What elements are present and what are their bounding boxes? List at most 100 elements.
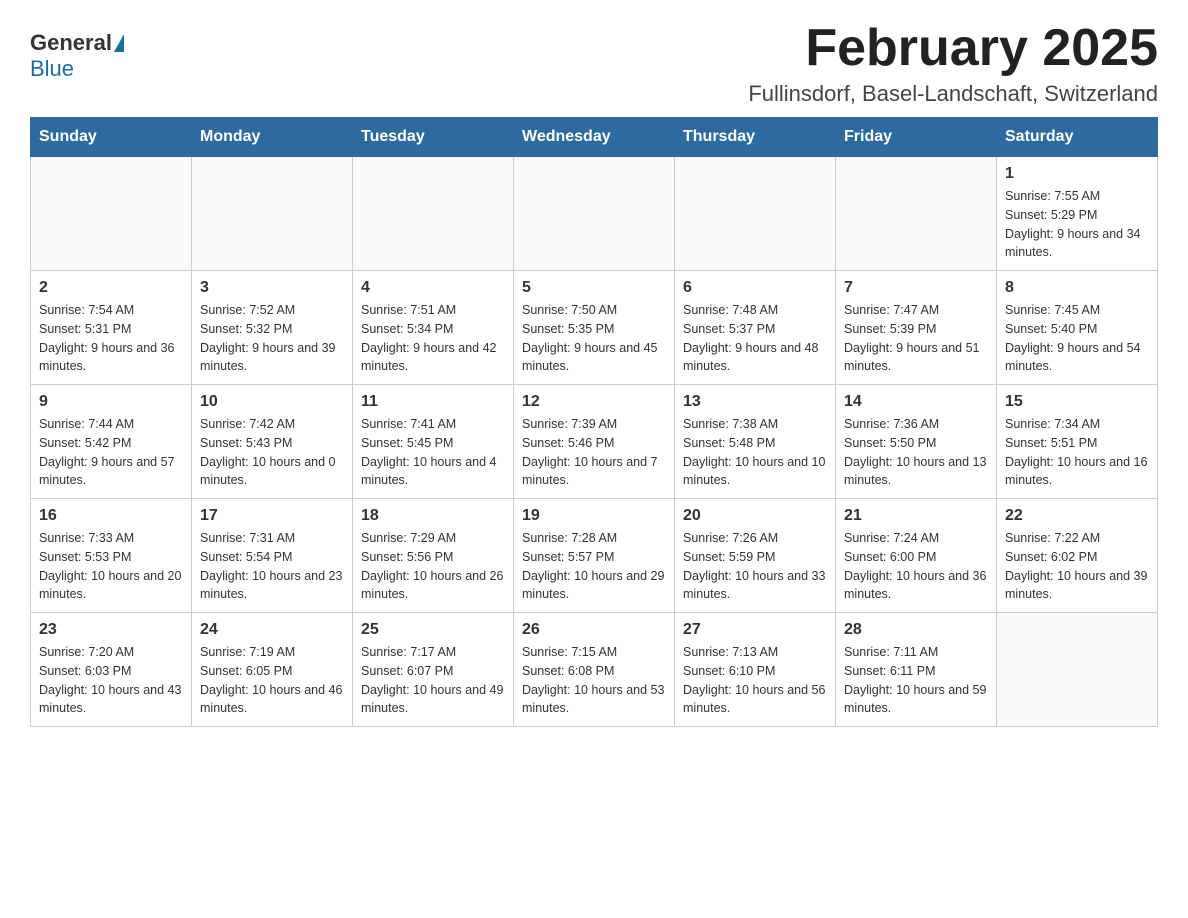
calendar-day-cell: 10 Sunrise: 7:42 AM Sunset: 5:43 PM Dayli… — [192, 385, 353, 499]
day-info: Sunrise: 7:52 AM Sunset: 5:32 PM Dayligh… — [200, 301, 344, 376]
day-info: Sunrise: 7:22 AM Sunset: 6:02 PM Dayligh… — [1005, 529, 1149, 604]
day-of-week-header: Sunday — [31, 118, 192, 157]
calendar-header: SundayMondayTuesdayWednesdayThursdayFrid… — [31, 118, 1158, 157]
day-number: 11 — [361, 393, 505, 411]
calendar-day-cell: 25 Sunrise: 7:17 AM Sunset: 6:07 PM Dayli… — [353, 613, 514, 727]
location-subtitle: Fullinsdorf, Basel-Landschaft, Switzerla… — [748, 81, 1158, 107]
day-number: 1 — [1005, 165, 1149, 183]
day-number: 2 — [39, 279, 183, 297]
calendar-week-row: 1 Sunrise: 7:55 AM Sunset: 5:29 PM Daylig… — [31, 157, 1158, 271]
day-info: Sunrise: 7:26 AM Sunset: 5:59 PM Dayligh… — [683, 529, 827, 604]
calendar-day-cell: 22 Sunrise: 7:22 AM Sunset: 6:02 PM Dayli… — [997, 499, 1158, 613]
day-info: Sunrise: 7:24 AM Sunset: 6:00 PM Dayligh… — [844, 529, 988, 604]
day-info: Sunrise: 7:17 AM Sunset: 6:07 PM Dayligh… — [361, 643, 505, 718]
day-of-week-header: Wednesday — [514, 118, 675, 157]
day-number: 18 — [361, 507, 505, 525]
calendar-day-cell: 18 Sunrise: 7:29 AM Sunset: 5:56 PM Dayli… — [353, 499, 514, 613]
day-number: 24 — [200, 621, 344, 639]
day-info: Sunrise: 7:34 AM Sunset: 5:51 PM Dayligh… — [1005, 415, 1149, 490]
day-info: Sunrise: 7:13 AM Sunset: 6:10 PM Dayligh… — [683, 643, 827, 718]
logo-triangle-icon — [114, 34, 124, 52]
day-of-week-header: Tuesday — [353, 118, 514, 157]
calendar-day-cell — [836, 157, 997, 271]
calendar-week-row: 9 Sunrise: 7:44 AM Sunset: 5:42 PM Daylig… — [31, 385, 1158, 499]
calendar-body: 1 Sunrise: 7:55 AM Sunset: 5:29 PM Daylig… — [31, 157, 1158, 727]
day-number: 21 — [844, 507, 988, 525]
day-info: Sunrise: 7:31 AM Sunset: 5:54 PM Dayligh… — [200, 529, 344, 604]
calendar-table: SundayMondayTuesdayWednesdayThursdayFrid… — [30, 117, 1158, 727]
day-number: 17 — [200, 507, 344, 525]
day-info: Sunrise: 7:28 AM Sunset: 5:57 PM Dayligh… — [522, 529, 666, 604]
logo: General Blue — [30, 30, 126, 82]
calendar-day-cell: 8Sunrise: 7:45 AM Sunset: 5:40 PM Daylig… — [997, 271, 1158, 385]
calendar-day-cell: 20Sunrise: 7:26 AM Sunset: 5:59 PM Dayli… — [675, 499, 836, 613]
day-info: Sunrise: 7:44 AM Sunset: 5:42 PM Dayligh… — [39, 415, 183, 490]
logo-general-text: General — [30, 30, 112, 56]
calendar-day-cell: 27 Sunrise: 7:13 AM Sunset: 6:10 PM Dayli… — [675, 613, 836, 727]
day-info: Sunrise: 7:29 AM Sunset: 5:56 PM Dayligh… — [361, 529, 505, 604]
day-number: 14 — [844, 393, 988, 411]
calendar-day-cell: 16 Sunrise: 7:33 AM Sunset: 5:53 PM Dayli… — [31, 499, 192, 613]
day-number: 28 — [844, 621, 988, 639]
logo-blue-text: Blue — [30, 56, 74, 81]
day-number: 25 — [361, 621, 505, 639]
day-of-week-header: Monday — [192, 118, 353, 157]
calendar-day-cell: 21 Sunrise: 7:24 AM Sunset: 6:00 PM Dayli… — [836, 499, 997, 613]
day-number: 13 — [683, 393, 827, 411]
calendar-week-row: 16 Sunrise: 7:33 AM Sunset: 5:53 PM Dayli… — [31, 499, 1158, 613]
day-info: Sunrise: 7:11 AM Sunset: 6:11 PM Dayligh… — [844, 643, 988, 718]
day-info: Sunrise: 7:54 AM Sunset: 5:31 PM Dayligh… — [39, 301, 183, 376]
day-of-week-header: Friday — [836, 118, 997, 157]
day-info: Sunrise: 7:45 AM Sunset: 5:40 PM Dayligh… — [1005, 301, 1149, 376]
calendar-day-cell: 28 Sunrise: 7:11 AM Sunset: 6:11 PM Dayli… — [836, 613, 997, 727]
calendar-day-cell: 7 Sunrise: 7:47 AM Sunset: 5:39 PM Daylig… — [836, 271, 997, 385]
day-info: Sunrise: 7:55 AM Sunset: 5:29 PM Dayligh… — [1005, 187, 1149, 262]
day-number: 4 — [361, 279, 505, 297]
month-title: February 2025 — [748, 20, 1158, 77]
day-info: Sunrise: 7:47 AM Sunset: 5:39 PM Dayligh… — [844, 301, 988, 376]
calendar-day-cell: 12Sunrise: 7:39 AM Sunset: 5:46 PM Dayli… — [514, 385, 675, 499]
days-of-week-row: SundayMondayTuesdayWednesdayThursdayFrid… — [31, 118, 1158, 157]
day-info: Sunrise: 7:42 AM Sunset: 5:43 PM Dayligh… — [200, 415, 344, 490]
day-number: 3 — [200, 279, 344, 297]
day-number: 23 — [39, 621, 183, 639]
calendar-day-cell — [675, 157, 836, 271]
day-number: 19 — [522, 507, 666, 525]
day-info: Sunrise: 7:50 AM Sunset: 5:35 PM Dayligh… — [522, 301, 666, 376]
page-header: General Blue February 2025 Fullinsdorf, … — [30, 20, 1158, 107]
day-number: 10 — [200, 393, 344, 411]
day-info: Sunrise: 7:36 AM Sunset: 5:50 PM Dayligh… — [844, 415, 988, 490]
day-info: Sunrise: 7:33 AM Sunset: 5:53 PM Dayligh… — [39, 529, 183, 604]
calendar-day-cell: 24 Sunrise: 7:19 AM Sunset: 6:05 PM Dayli… — [192, 613, 353, 727]
day-info: Sunrise: 7:15 AM Sunset: 6:08 PM Dayligh… — [522, 643, 666, 718]
calendar-day-cell: 19 Sunrise: 7:28 AM Sunset: 5:57 PM Dayli… — [514, 499, 675, 613]
calendar-day-cell: 26 Sunrise: 7:15 AM Sunset: 6:08 PM Dayli… — [514, 613, 675, 727]
calendar-day-cell: 14 Sunrise: 7:36 AM Sunset: 5:50 PM Dayli… — [836, 385, 997, 499]
day-number: 22 — [1005, 507, 1149, 525]
calendar-day-cell: 6 Sunrise: 7:48 AM Sunset: 5:37 PM Daylig… — [675, 271, 836, 385]
calendar-day-cell — [997, 613, 1158, 727]
calendar-day-cell: 15 Sunrise: 7:34 AM Sunset: 5:51 PM Dayli… — [997, 385, 1158, 499]
calendar-week-row: 2 Sunrise: 7:54 AM Sunset: 5:31 PM Daylig… — [31, 271, 1158, 385]
day-info: Sunrise: 7:19 AM Sunset: 6:05 PM Dayligh… — [200, 643, 344, 718]
day-info: Sunrise: 7:38 AM Sunset: 5:48 PM Dayligh… — [683, 415, 827, 490]
day-number: 16 — [39, 507, 183, 525]
calendar-day-cell: 23Sunrise: 7:20 AM Sunset: 6:03 PM Dayli… — [31, 613, 192, 727]
day-number: 6 — [683, 279, 827, 297]
day-info: Sunrise: 7:41 AM Sunset: 5:45 PM Dayligh… — [361, 415, 505, 490]
day-number: 15 — [1005, 393, 1149, 411]
day-number: 27 — [683, 621, 827, 639]
day-info: Sunrise: 7:48 AM Sunset: 5:37 PM Dayligh… — [683, 301, 827, 376]
day-info: Sunrise: 7:51 AM Sunset: 5:34 PM Dayligh… — [361, 301, 505, 376]
day-number: 26 — [522, 621, 666, 639]
calendar-day-cell — [353, 157, 514, 271]
calendar-day-cell: 3 Sunrise: 7:52 AM Sunset: 5:32 PM Daylig… — [192, 271, 353, 385]
day-number: 12 — [522, 393, 666, 411]
day-number: 7 — [844, 279, 988, 297]
calendar-day-cell — [514, 157, 675, 271]
calendar-day-cell: 5Sunrise: 7:50 AM Sunset: 5:35 PM Daylig… — [514, 271, 675, 385]
calendar-day-cell — [192, 157, 353, 271]
calendar-day-cell — [31, 157, 192, 271]
calendar-week-row: 23Sunrise: 7:20 AM Sunset: 6:03 PM Dayli… — [31, 613, 1158, 727]
day-number: 9 — [39, 393, 183, 411]
